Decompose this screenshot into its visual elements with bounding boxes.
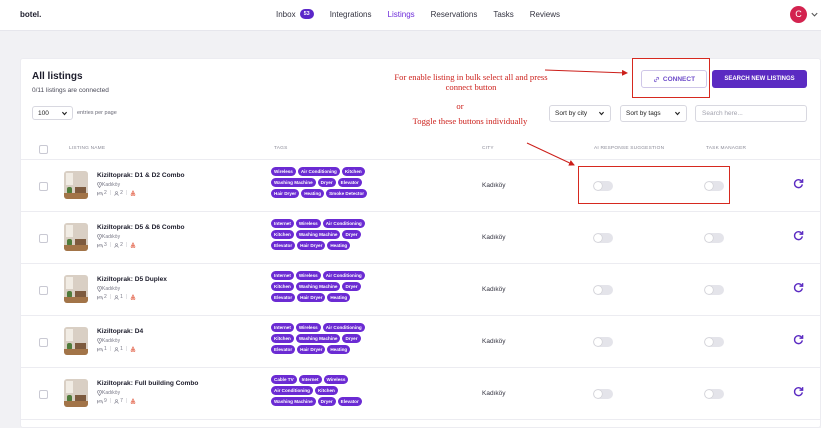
annotation-arrows [526, 69, 628, 166]
